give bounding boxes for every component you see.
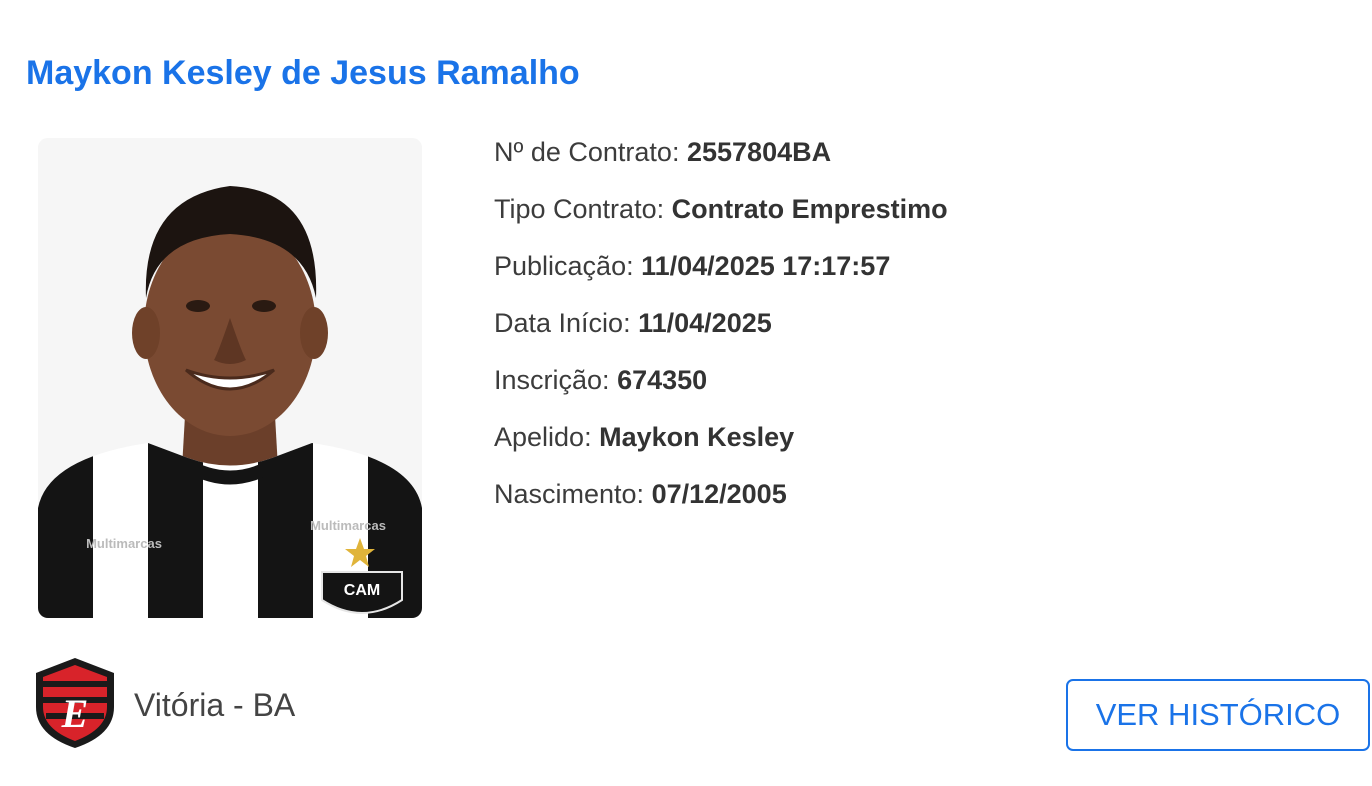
info-registration: Inscrição: 674350 (494, 358, 948, 415)
contract-number-value: 2557804BA (686, 137, 832, 167)
nickname-value: Maykon Kesley (599, 422, 795, 452)
info-nickname: Apelido: Maykon Kesley (494, 415, 948, 472)
contract-type-label: Tipo Contrato: (494, 194, 665, 224)
club-name: Vitória - BA (134, 687, 296, 723)
birth-date-label: Nascimento: (494, 479, 645, 509)
nickname-label: Apelido: (494, 422, 592, 452)
info-start-date: Data Início: 11/04/2025 (494, 301, 948, 358)
sponsor-text-left: Multimarcas (86, 536, 162, 551)
contract-number-label: Nº de Contrato: (494, 137, 680, 167)
vitoria-crest-icon: E (30, 655, 120, 756)
club-info: E Vitória - BA (30, 655, 295, 756)
publication-label: Publicação: (494, 251, 634, 281)
publication-value: 11/04/2025 17:17:57 (641, 251, 891, 281)
contract-info-list: Nº de Contrato: 2557804BA Tipo Contrato:… (494, 130, 948, 529)
start-date-value: 11/04/2025 (638, 308, 772, 338)
player-name: Maykon Kesley de Jesus Ramalho (26, 54, 580, 92)
view-history-button[interactable]: VER HISTÓRICO (1066, 679, 1370, 751)
info-contract-type: Tipo Contrato: Contrato Emprestimo (494, 187, 948, 244)
crest-text: CAM (344, 582, 380, 599)
info-publication: Publicação: 11/04/2025 17:17:57 (494, 244, 948, 301)
contract-type-value: Contrato Emprestimo (671, 194, 948, 224)
info-birth-date: Nascimento: 07/12/2005 (494, 472, 948, 529)
svg-text:E: E (61, 691, 89, 736)
registration-value: 674350 (617, 365, 708, 395)
info-contract-number: Nº de Contrato: 2557804BA (494, 130, 948, 187)
sponsor-text-right: Multimarcas (310, 518, 386, 533)
birth-date-value: 07/12/2005 (651, 479, 787, 509)
start-date-label: Data Início: (494, 308, 631, 338)
player-photo: Multimarcas Multimarcas CAM (38, 138, 422, 618)
registration-label: Inscrição: (494, 365, 610, 395)
